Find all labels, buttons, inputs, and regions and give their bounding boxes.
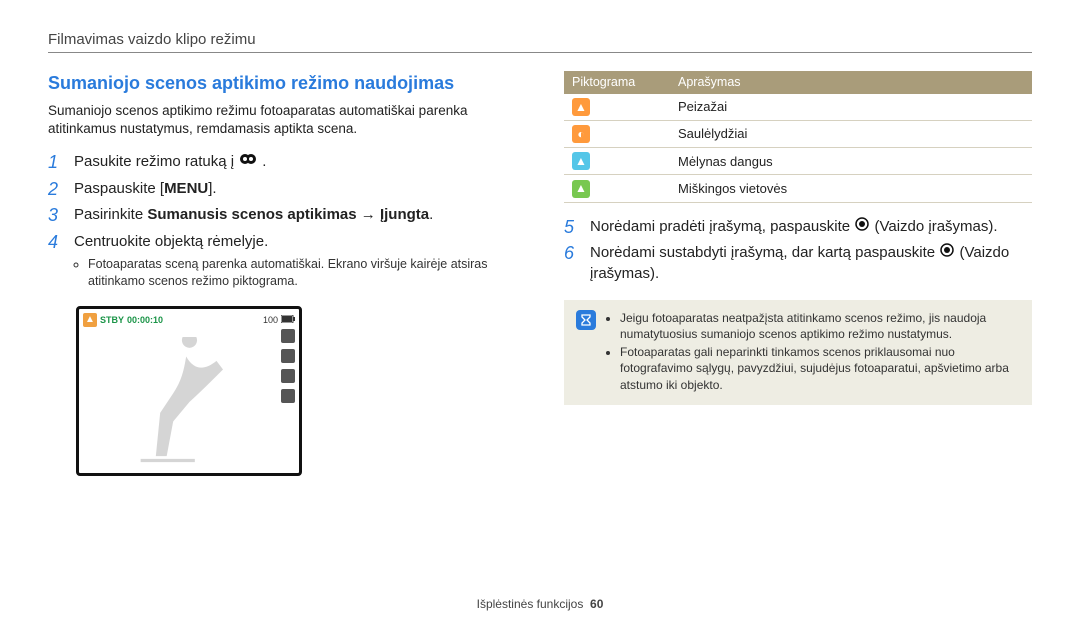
battery-icon: [281, 314, 295, 326]
step-body: Pasukite režimo ratuką į .: [74, 152, 516, 173]
screen-icon-size: [281, 329, 295, 343]
screen-right-icons: [281, 329, 295, 403]
step-subitem: Fotoaparatas sceną parenka automatiškai.…: [88, 256, 516, 290]
sky-icon: ▲: [572, 152, 590, 170]
two-column-layout: Sumaniojo scenos aptikimo režimo naudoji…: [48, 71, 1032, 476]
step-body: Pasirinkite Sumanusis scenos aptikimas →…: [74, 205, 516, 226]
table-label: Peizažai: [670, 94, 1032, 121]
record-button-icon: [940, 243, 954, 263]
footer-label: Išplėstinės funkcijos: [477, 597, 584, 611]
step-body: Centruokite objektą rėmelyje. Fotoaparat…: [74, 232, 516, 292]
right-column: Piktograma Aprašymas ▲ Peizažai ◐ Saulėl…: [564, 71, 1032, 476]
screen-stby: STBY: [100, 314, 124, 326]
step-number: 3: [48, 205, 64, 226]
intro-paragraph: Sumaniojo scenos aptikimo režimu fotoapa…: [48, 102, 516, 138]
left-column: Sumaniojo scenos aptikimo režimo naudoji…: [48, 71, 516, 476]
step-number: 4: [48, 232, 64, 292]
step-1: 1 Pasukite režimo ratuką į .: [48, 152, 516, 173]
steps-list-left: 1 Pasukite režimo ratuką į .: [48, 152, 516, 292]
record-button-icon: [855, 217, 869, 237]
note-item: Fotoaparatas gali neparinkti tinkamos sc…: [620, 344, 1020, 393]
step-text: Norėdami pradėti įrašymą, paspauskite: [590, 218, 854, 235]
step-text: Pasirinkite: [74, 206, 147, 223]
info-icon: [576, 310, 596, 330]
step-body: Norėdami pradėti įrašymą, paspauskite (V…: [590, 217, 1032, 238]
step-text: ].: [208, 180, 216, 197]
screen-topbar: ▲ STBY 00:00:10 100: [83, 313, 295, 327]
step-number: 2: [48, 179, 64, 200]
camera-screen-illustration: ▲ STBY 00:00:10 100: [76, 306, 302, 476]
screen-icon-drive: [281, 349, 295, 363]
section-header: Filmavimas vaizdo klipo režimu: [48, 30, 1032, 50]
page-title: Sumaniojo scenos aptikimo režimo naudoji…: [48, 71, 516, 95]
step-text: .: [429, 206, 433, 223]
header-rule: [48, 52, 1032, 53]
step-sublist: Fotoaparatas sceną parenka automatiškai.…: [74, 256, 516, 290]
page-footer: Išplėstinės funkcijos 60: [0, 596, 1080, 612]
step-text: Pasukite režimo ratuką į: [74, 153, 238, 170]
step-text: Paspauskite [: [74, 180, 164, 197]
skater-silhouette: [129, 337, 239, 467]
page: Filmavimas vaizdo klipo režimu Sumaniojo…: [0, 0, 1080, 630]
table-row: ▲ Miškingos vietovės: [564, 175, 1032, 202]
screen-icon-quality: [281, 369, 295, 383]
table-row: ◐ Saulėlydžiai: [564, 121, 1032, 148]
table-row: ▲ Peizažai: [564, 94, 1032, 121]
landscape-icon: ▲: [572, 98, 590, 116]
table-head-icon: Piktograma: [564, 71, 670, 94]
step-body: Paspauskite [MENU].: [74, 179, 516, 200]
page-number: 60: [590, 597, 603, 611]
step-6: 6 Norėdami sustabdyti įrašymą, dar kartą…: [564, 243, 1032, 284]
sunset-icon: ◐: [572, 125, 590, 143]
forest-icon: ▲: [572, 180, 590, 198]
icon-table: Piktograma Aprašymas ▲ Peizažai ◐ Saulėl…: [564, 71, 1032, 202]
note-list: Jeigu fotoaparatas neatpažįsta atitinkam…: [606, 310, 1020, 395]
step-5: 5 Norėdami pradėti įrašymą, paspauskite …: [564, 217, 1032, 238]
screen-iso: 100: [263, 314, 278, 326]
note-item: Jeigu fotoaparatas neatpažįsta atitinkam…: [620, 310, 1020, 342]
step-text: (Vaizdo įrašymas).: [874, 218, 997, 235]
step-text: Norėdami sustabdyti įrašymą, dar kartą p…: [590, 244, 939, 261]
step-3: 3 Pasirinkite Sumanusis scenos aptikimas…: [48, 205, 516, 226]
table-label: Mėlynas dangus: [670, 148, 1032, 175]
step-text: Centruokite objektą rėmelyje.: [74, 233, 268, 250]
table-label: Miškingos vietovės: [670, 175, 1032, 202]
step-bold: Sumanusis scenos aptikimas → Įjungta: [147, 206, 429, 223]
screen-time: 00:00:10: [127, 314, 163, 326]
step-number: 6: [564, 243, 580, 284]
step-number: 5: [564, 217, 580, 238]
step-body: Norėdami sustabdyti įrašymą, dar kartą p…: [590, 243, 1032, 284]
steps-list-right: 5 Norėdami pradėti įrašymą, paspauskite …: [564, 217, 1032, 284]
step-4: 4 Centruokite objektą rėmelyje. Fotoapar…: [48, 232, 516, 292]
scene-icon-badge: ▲: [83, 313, 97, 327]
note-box: Jeigu fotoaparatas neatpažįsta atitinkam…: [564, 300, 1032, 405]
mode-dial-video-icon: [239, 152, 261, 172]
step-number: 1: [48, 152, 64, 173]
table-head-desc: Aprašymas: [670, 71, 1032, 94]
screen-icon-focus: [281, 389, 295, 403]
step-2: 2 Paspauskite [MENU].: [48, 179, 516, 200]
table-label: Saulėlydžiai: [670, 121, 1032, 148]
table-row: ▲ Mėlynas dangus: [564, 148, 1032, 175]
menu-button-label: MENU: [164, 180, 208, 197]
